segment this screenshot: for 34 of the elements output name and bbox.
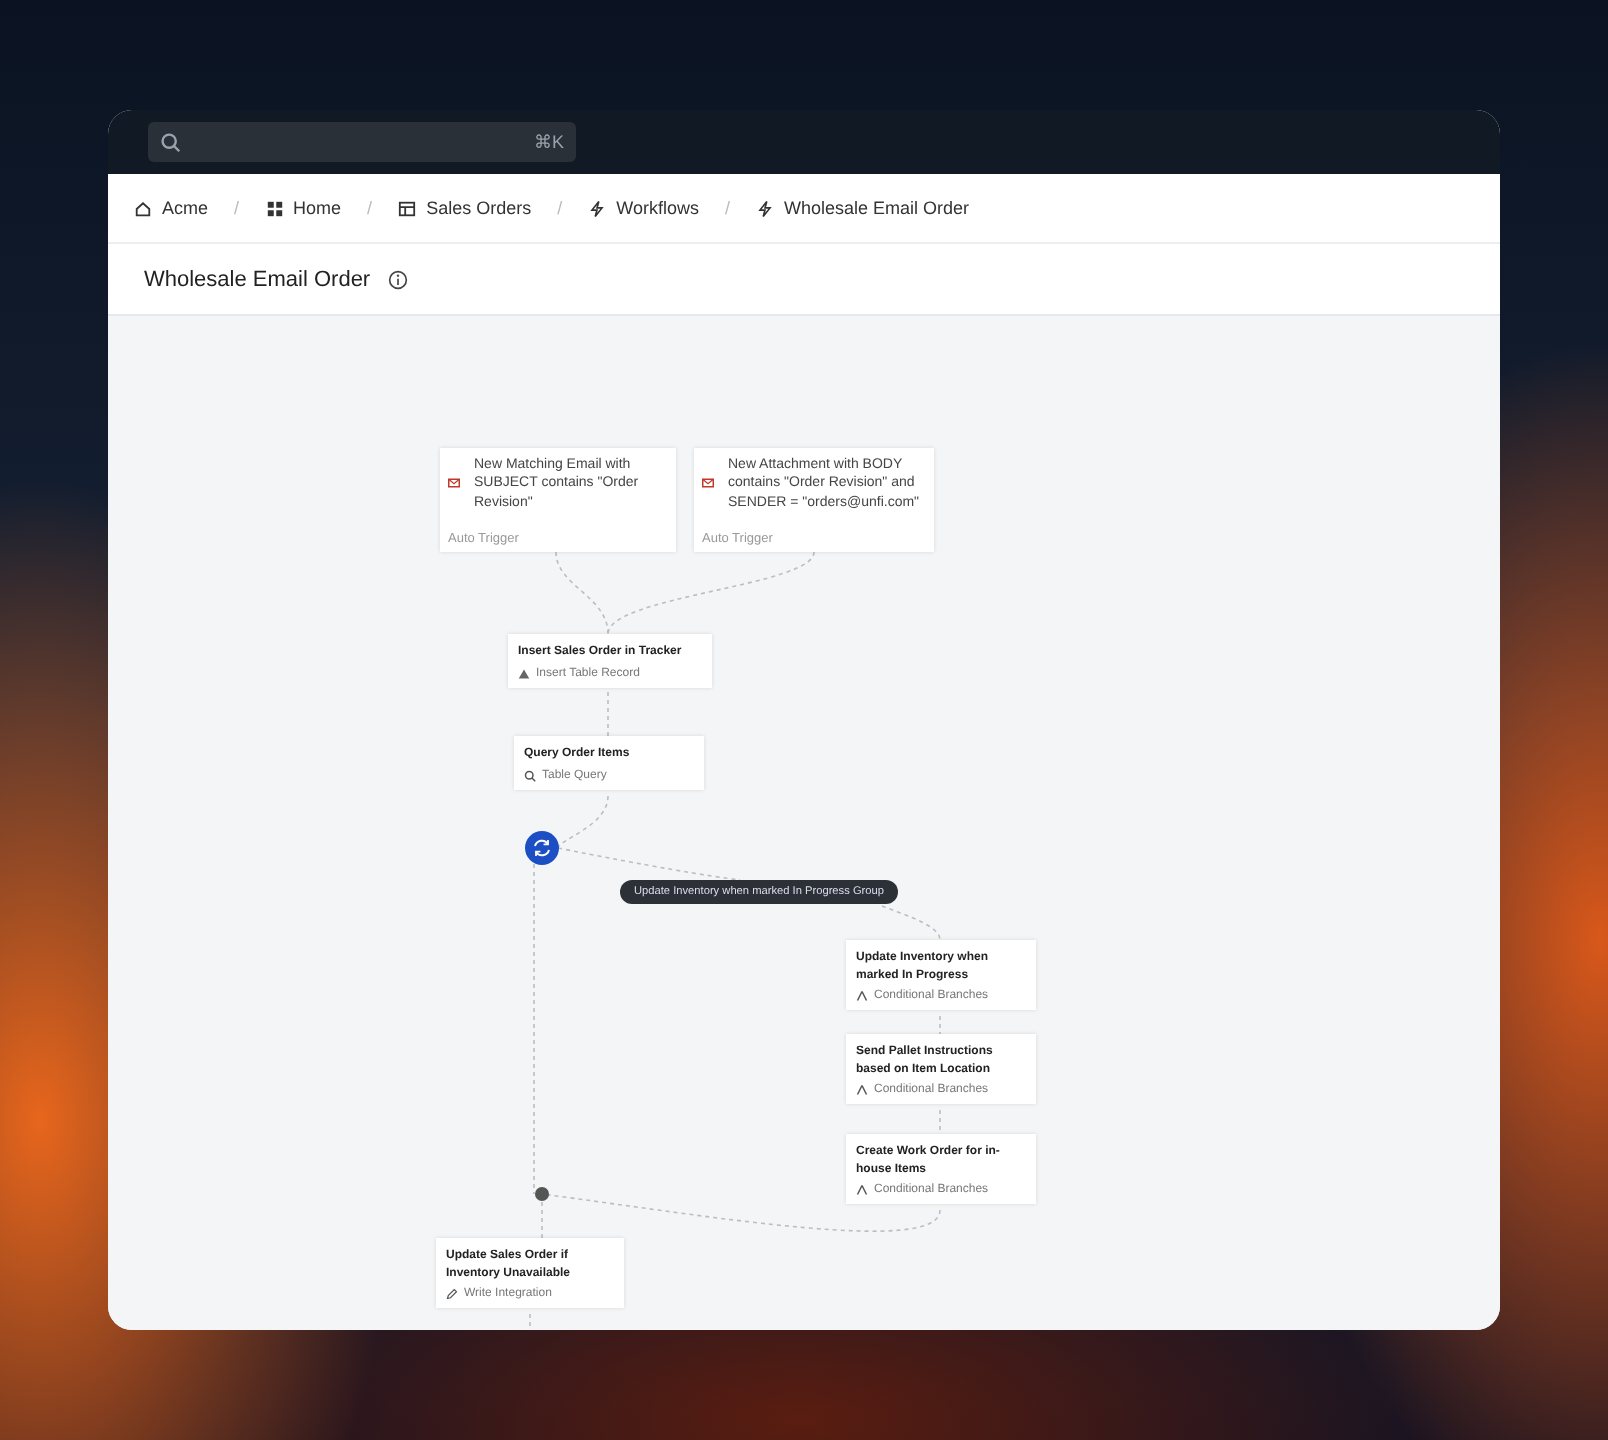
breadcrumb-link[interactable]: Workflows [588,198,699,218]
page-title: Wholesale Email Order [144,267,371,291]
branch-icon [856,1084,868,1096]
lightning-icon [755,199,774,217]
table-icon [398,199,417,217]
breadcrumb-link[interactable]: Sales Orders [398,198,532,218]
breadcrumb-separator: / [367,198,373,218]
mail-icon [702,478,714,489]
shortcut-hint: ⌘K [533,132,564,152]
pencil-icon [446,1288,458,1300]
breadcrumb-link[interactable]: Home [265,198,342,218]
branch-icon [856,990,868,1002]
search-icon [524,769,536,781]
loop-icon[interactable] [524,830,560,866]
breadcrumb-link[interactable]: Wholesale Email Order [755,198,969,218]
connector-line [529,1313,531,1330]
breadcrumb-separator: / [234,198,240,218]
grid-icon [265,199,284,217]
connector-line [939,1109,941,1135]
triangle-icon [518,667,530,679]
breadcrumb-separator: / [557,198,563,218]
search-icon [160,131,182,153]
merge-dot-icon [534,1186,550,1202]
connector-line [881,905,941,941]
search-field[interactable]: ⌘K [148,122,576,162]
connector-line [939,1015,941,1035]
breadcrumb-link[interactable]: Acme [134,198,209,218]
lightning-icon [588,199,607,217]
breadcrumb-separator: / [724,198,730,218]
branch-icon [856,1184,868,1196]
mail-icon [448,478,460,489]
home-icon [134,199,152,217]
connector-line [607,691,609,737]
info-icon[interactable] [388,269,409,289]
